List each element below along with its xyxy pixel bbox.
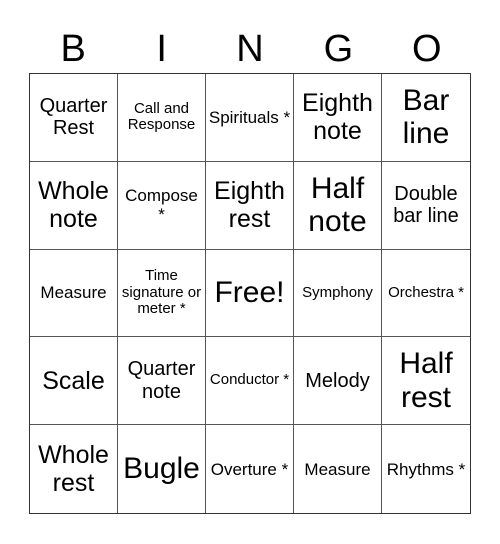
bingo-cell: Measure — [294, 425, 382, 513]
bingo-cell: Conductor * — [206, 337, 294, 426]
bingo-card: Quarter Rest Call and Response Spiritual… — [29, 73, 471, 514]
bingo-cell: Whole note — [30, 161, 118, 250]
bingo-cell: Quarter note — [118, 337, 206, 426]
header-letter-n: N — [236, 28, 264, 70]
bingo-cell: Bugle — [118, 425, 206, 513]
bingo-header: B I N G O — [29, 26, 471, 72]
bingo-cell: Overture * — [206, 425, 294, 513]
bingo-cell: Symphony — [294, 249, 382, 338]
bingo-cell: Whole rest — [30, 425, 118, 513]
bingo-cell: Scale — [30, 337, 118, 426]
bingo-cell: Orchestra * — [382, 250, 470, 338]
header-letter-b: B — [60, 28, 86, 70]
bingo-cell: Half rest — [382, 337, 470, 426]
bingo-cell: Double bar line — [382, 162, 470, 250]
bingo-cell: Eighth note — [294, 74, 382, 162]
header-letter-g: G — [323, 28, 354, 70]
bingo-cell: Spirituals * — [206, 74, 294, 162]
bingo-cell: Melody — [294, 337, 382, 426]
bingo-cell: Quarter Rest — [30, 74, 118, 162]
bingo-cell: Half note — [294, 161, 382, 250]
free-space-cell: Free! — [206, 249, 294, 338]
bingo-cell: Rhythms * — [386, 459, 466, 479]
bingo-cell: Time signature or meter * — [118, 249, 206, 338]
bingo-cell: Call and Response — [118, 74, 206, 162]
header-letter-i: I — [156, 28, 167, 70]
bingo-cell: Measure — [30, 249, 118, 338]
bingo-cell: Eighth rest — [206, 161, 294, 250]
header-letter-o: O — [412, 28, 442, 70]
bingo-cell: Bar line — [382, 74, 470, 162]
bingo-cell: Compose * — [118, 161, 206, 250]
